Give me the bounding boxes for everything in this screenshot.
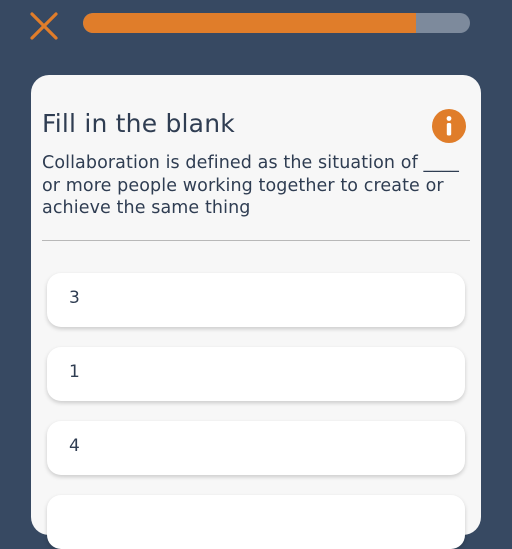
answer-option-label: 1 [69, 362, 80, 382]
answer-option-label: 3 [69, 288, 80, 308]
answer-option[interactable]: 4 [47, 421, 465, 475]
question-card: Fill in the blank Collaboration is defin… [31, 75, 481, 549]
answer-option[interactable] [47, 495, 465, 549]
progress-bar [83, 13, 470, 33]
answer-option[interactable]: 1 [47, 347, 465, 401]
answer-option[interactable]: 3 [47, 273, 465, 327]
info-button[interactable] [432, 109, 466, 143]
top-bar [0, 0, 512, 50]
answer-option-label: 4 [69, 436, 80, 456]
divider [42, 240, 470, 241]
progress-bar-fill [83, 13, 416, 33]
close-icon [30, 12, 58, 40]
question-title: Fill in the blank [42, 109, 235, 138]
close-button[interactable] [28, 10, 60, 42]
info-icon [432, 109, 466, 143]
question-text: Collaboration is defined as the situatio… [42, 153, 459, 218]
